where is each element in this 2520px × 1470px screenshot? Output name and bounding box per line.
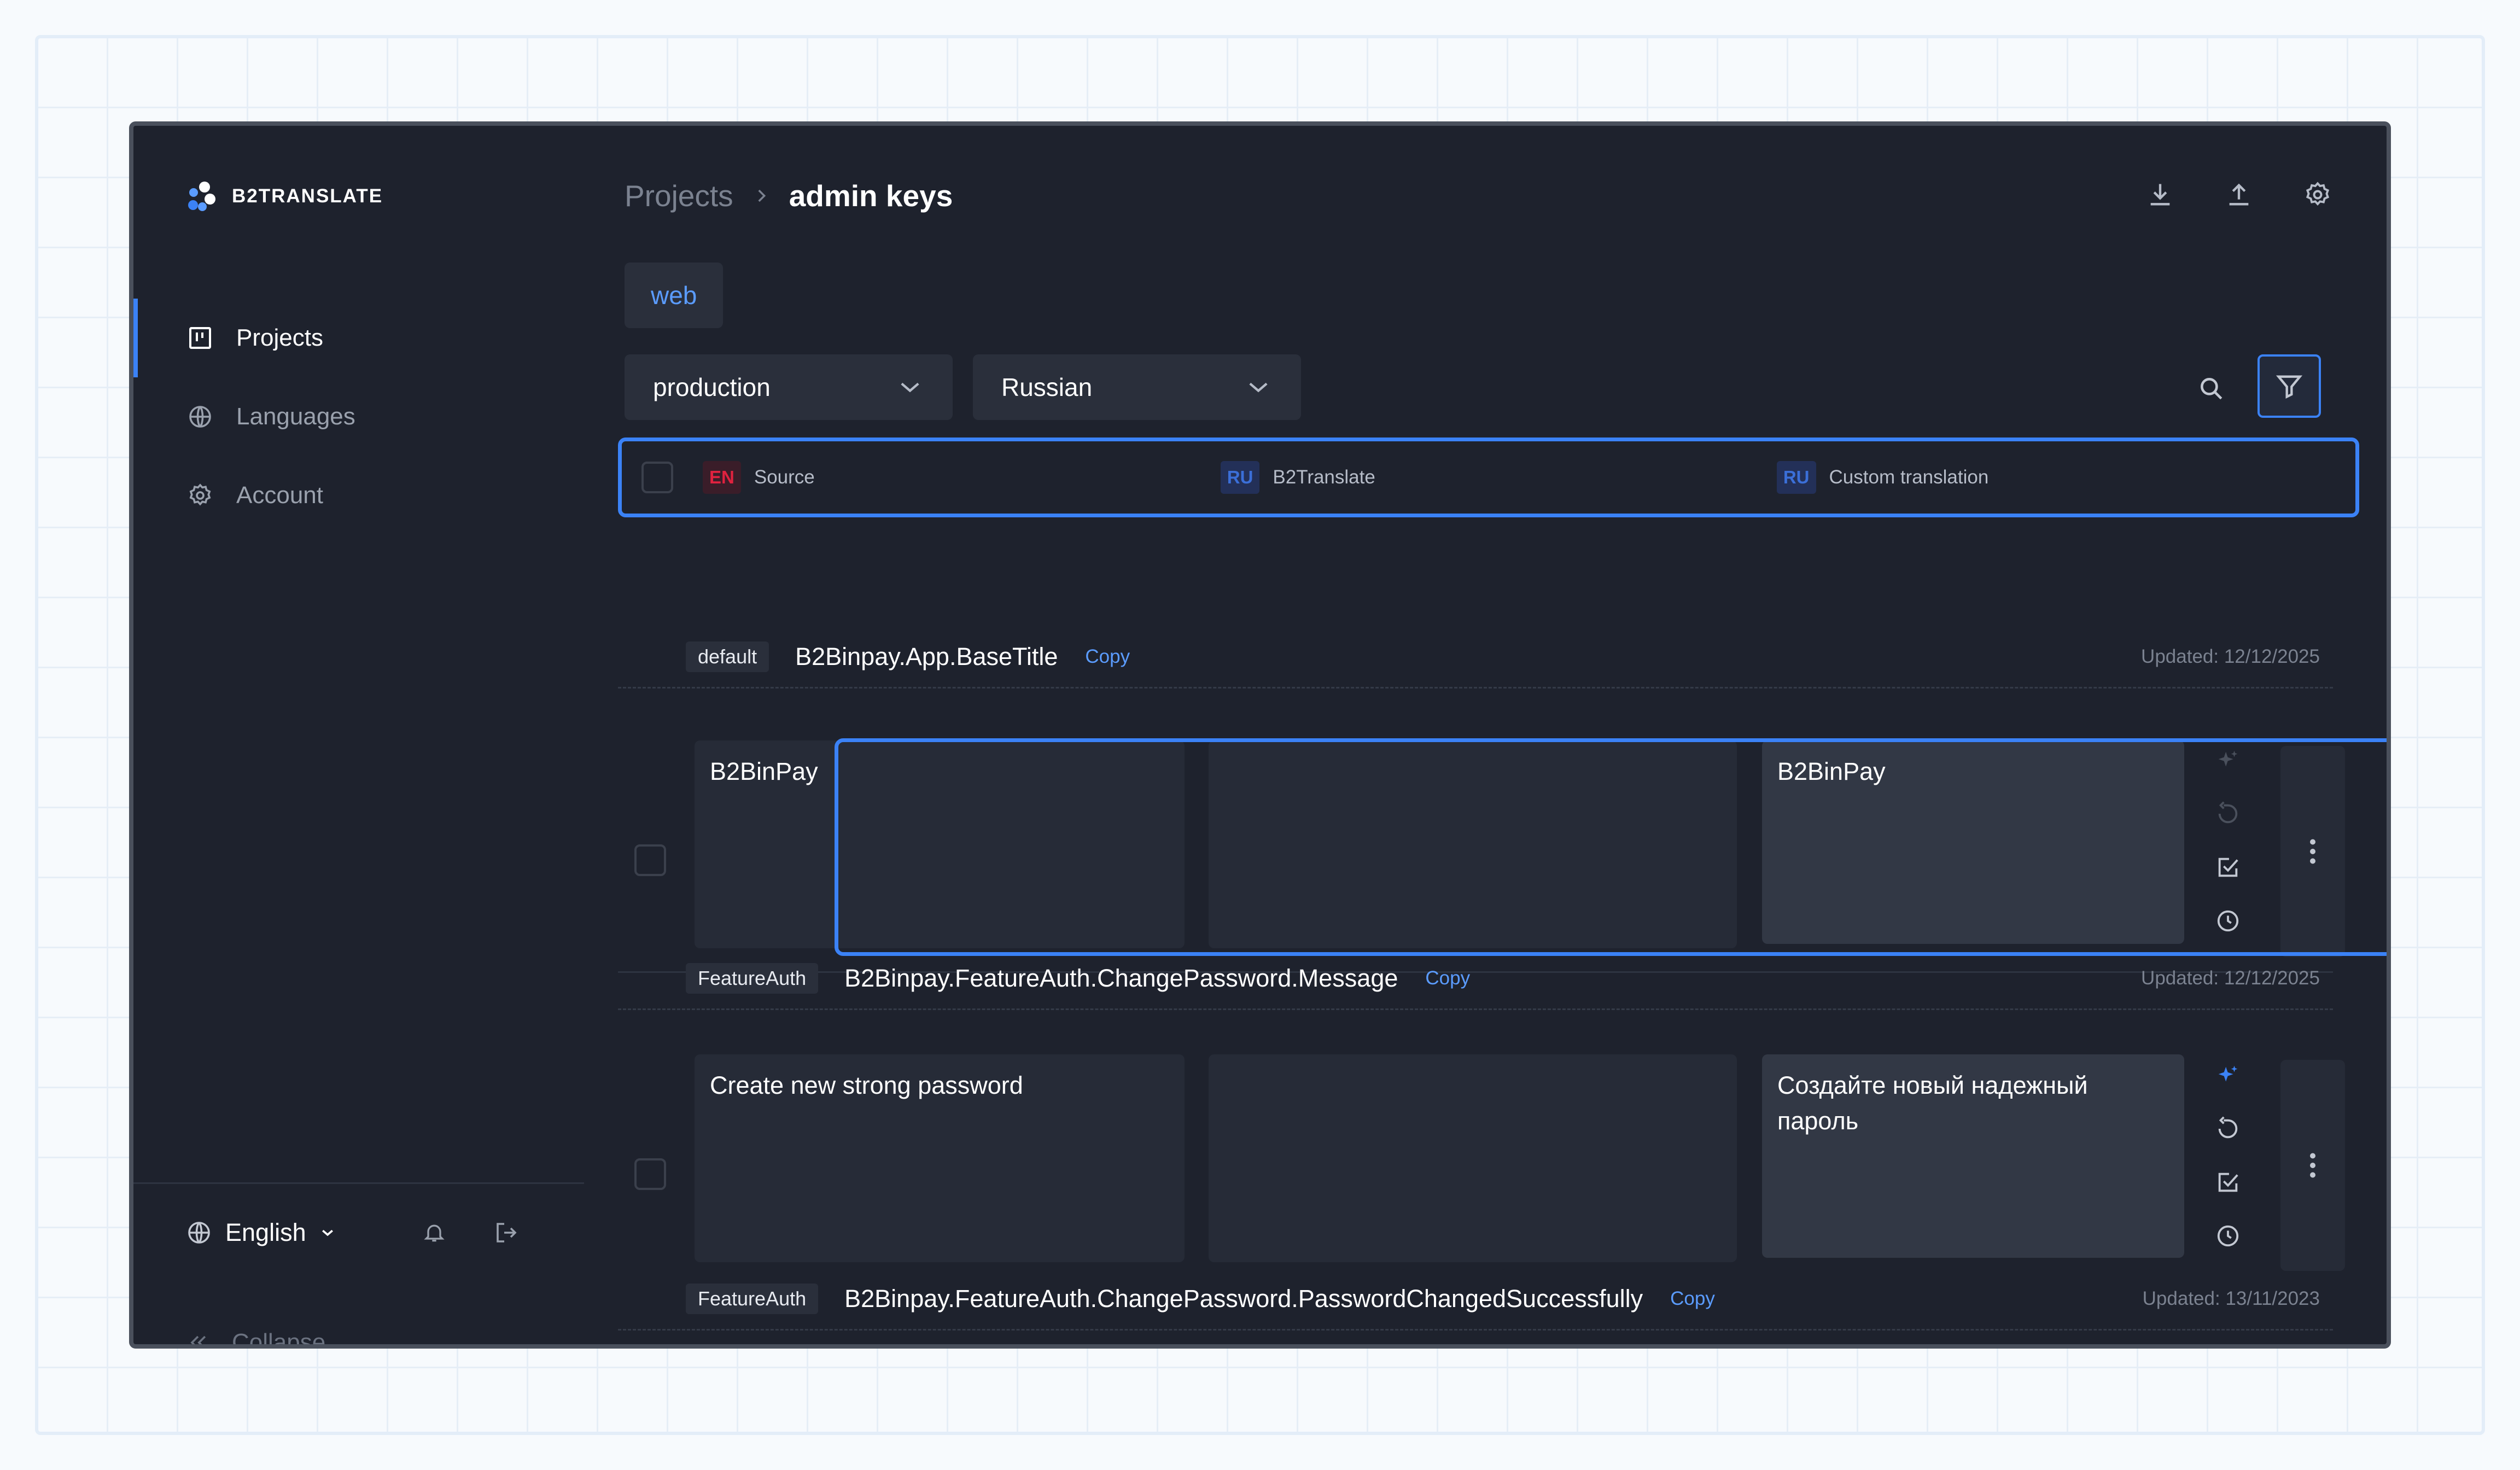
sidebar-item-account[interactable]: Account (133, 456, 584, 535)
more-vertical-icon (2310, 1153, 2315, 1178)
settings-icon[interactable] (2301, 178, 2334, 211)
sidebar-item-label: Projects (236, 324, 323, 351)
ru-language-tag: RU (1220, 461, 1260, 494)
collapse-label: Collapse (232, 1329, 326, 1349)
column-header-source: Source (754, 466, 815, 488)
language-select-value: Russian (1001, 373, 1093, 401)
search-icon (2201, 378, 2222, 400)
sidebar-footer-divider (133, 1182, 584, 1184)
page-title: admin keys (789, 179, 953, 213)
ai-sparkle-icon[interactable] (2214, 1062, 2242, 1090)
active-row-focus (835, 738, 2387, 956)
globe-icon (188, 1222, 210, 1244)
translation-key: B2Binpay.App.BaseTitle (795, 643, 1058, 670)
globe-icon (186, 402, 214, 431)
translation-row: Create new strong password Создайте новы… (618, 1054, 2345, 1271)
download-icon[interactable] (2144, 178, 2177, 211)
filter-button[interactable] (2258, 354, 2321, 418)
chevron-right-icon (758, 189, 766, 202)
projects-icon (186, 324, 214, 352)
updated-date: Updated: 13/11/2023 (2142, 1288, 2320, 1309)
environment-select-value: production (653, 373, 771, 401)
copy-key-button[interactable]: Copy (1425, 967, 1470, 989)
language-switcher[interactable]: English (186, 1218, 336, 1247)
namespace-badge: FeatureAuth (686, 1284, 819, 1314)
collapse-icon (190, 1335, 206, 1344)
breadcrumb-projects-link[interactable]: Projects (625, 178, 733, 213)
chevron-down-icon (322, 1229, 333, 1236)
sidebar: B2TRANSLATE Projects Languages Account E… (133, 126, 584, 1344)
brand-name: B2TRANSLATE (232, 185, 383, 207)
copy-key-button[interactable]: Copy (1670, 1288, 1715, 1310)
row-actions (2212, 1054, 2244, 1262)
key-row: FeatureAuth B2Binpay.FeatureAuth.ChangeP… (618, 948, 2333, 1010)
search-button[interactable] (2189, 366, 2233, 410)
translation-key: B2Binpay.FeatureAuth.ChangePassword.Pass… (844, 1285, 1643, 1312)
translation-key: B2Binpay.FeatureAuth.ChangePassword.Mess… (844, 964, 1398, 992)
upload-icon[interactable] (2222, 178, 2255, 211)
environment-select[interactable]: production (625, 354, 953, 420)
language-select[interactable]: Russian (973, 354, 1301, 420)
copy-key-button[interactable]: Copy (1085, 646, 1130, 668)
sidebar-item-projects[interactable]: Projects (133, 299, 584, 377)
source-text-cell[interactable]: Create new strong password (695, 1054, 1185, 1262)
b2translate-cell[interactable] (1209, 1054, 1737, 1262)
brand-logo[interactable]: B2TRANSLATE (188, 182, 383, 211)
ru-language-tag: RU (1776, 461, 1816, 494)
column-header-b2translate: B2Translate (1273, 466, 1375, 488)
namespace-badge: FeatureAuth (686, 963, 819, 994)
chevron-down-icon (901, 382, 919, 393)
row-checkbox[interactable] (634, 844, 666, 876)
updated-date: Updated: 12/12/2025 (2141, 646, 2320, 667)
approve-icon[interactable] (2214, 1168, 2242, 1197)
bell-icon[interactable] (419, 1217, 450, 1248)
filter-icon (2276, 375, 2303, 399)
logout-icon[interactable] (491, 1217, 522, 1248)
gear-icon (186, 481, 214, 510)
history-icon[interactable] (2214, 1222, 2242, 1250)
namespace-badge: default (686, 641, 769, 672)
tab-web[interactable]: web (625, 262, 724, 328)
revert-icon[interactable] (2214, 1115, 2242, 1143)
sidebar-item-label: Languages (236, 403, 355, 430)
main-content: Projects admin keys web production Russi… (584, 126, 2387, 1344)
app-window: B2TRANSLATE Projects Languages Account E… (129, 121, 2391, 1349)
collapse-button[interactable]: Collapse (186, 1329, 326, 1349)
sidebar-item-languages[interactable]: Languages (133, 377, 584, 456)
sidebar-item-label: Account (236, 482, 323, 509)
custom-translation-input[interactable]: Создайте новый надежный пароль (1762, 1054, 2184, 1258)
header-actions (2144, 178, 2334, 211)
chevron-down-icon (1249, 382, 1268, 393)
key-row: FeatureAuth B2Binpay.FeatureAuth.ChangeP… (618, 1269, 2333, 1331)
select-all-checkbox[interactable] (641, 462, 673, 493)
column-header-custom-translation: Custom translation (1829, 466, 1989, 488)
table-header: EN Source RU B2Translate RU Custom trans… (618, 438, 2359, 517)
en-language-tag: EN (703, 461, 741, 494)
more-options-button[interactable] (2280, 1060, 2345, 1271)
updated-date: Updated: 12/12/2025 (2141, 967, 2320, 989)
row-checkbox[interactable] (634, 1158, 666, 1190)
breadcrumb: Projects admin keys (625, 178, 953, 213)
key-row: default B2Binpay.App.BaseTitle Copy Upda… (618, 627, 2333, 689)
language-label: English (225, 1218, 306, 1246)
logo-icon (188, 182, 218, 211)
